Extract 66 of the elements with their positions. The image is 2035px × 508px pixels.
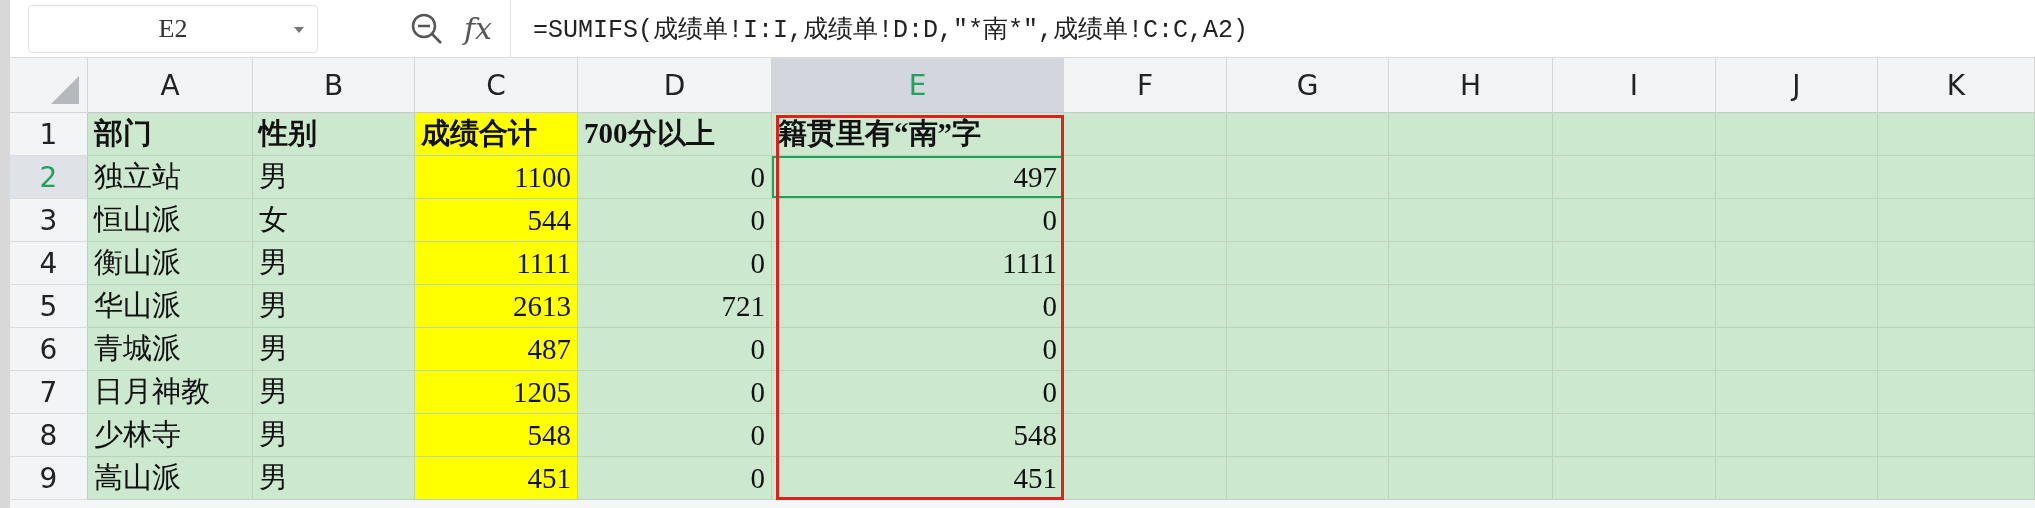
- column-header[interactable]: A: [88, 58, 253, 113]
- table-cell: 1111: [415, 242, 578, 285]
- column-header[interactable]: C: [415, 58, 578, 113]
- row-header[interactable]: 1: [10, 113, 88, 156]
- function-label[interactable]: fx: [464, 11, 493, 46]
- table-cell: 451: [415, 457, 578, 500]
- table-cell: 0: [578, 414, 772, 457]
- column-header[interactable]: D: [578, 58, 772, 113]
- table-cell: 0: [578, 199, 772, 242]
- table-cell: 男: [253, 285, 415, 328]
- row-header[interactable]: 5: [10, 285, 88, 328]
- row-header[interactable]: 3: [10, 199, 88, 242]
- row-header[interactable]: 4: [10, 242, 88, 285]
- table-cell: 1100: [415, 156, 578, 199]
- table-cell: 性别: [253, 113, 415, 156]
- table-cell: 2613: [415, 285, 578, 328]
- table-cell: 衡山派: [88, 242, 253, 285]
- table-cell: 0: [578, 242, 772, 285]
- table-cell: 少林寺: [88, 414, 253, 457]
- table-cell: 青城派: [88, 328, 253, 371]
- table-cell: 华山派: [88, 285, 253, 328]
- table-cell: 0: [772, 371, 1064, 414]
- table-cell: 700分以上: [578, 113, 772, 156]
- column-header[interactable]: F: [1064, 58, 1227, 113]
- column-header[interactable]: I: [1553, 58, 1716, 113]
- table-cell: 0: [578, 457, 772, 500]
- table-cell: 548: [772, 414, 1064, 457]
- table-cell: 0: [772, 328, 1064, 371]
- table-cell: 男: [253, 156, 415, 199]
- caret-icon: [293, 25, 305, 34]
- table-cell: 男: [253, 371, 415, 414]
- table-cell: 0: [578, 371, 772, 414]
- table-cell: 0: [578, 328, 772, 371]
- formula-field[interactable]: =SUMIFS(成绩单!I:I,成绩单!D:D,"*南*",成绩单!C:C,A2): [510, 0, 2035, 58]
- row-header[interactable]: 7: [10, 371, 88, 414]
- table-cell: 721: [578, 285, 772, 328]
- row-header[interactable]: 8: [10, 414, 88, 457]
- table-cell: 部门: [88, 113, 253, 156]
- column-header[interactable]: K: [1878, 58, 2035, 113]
- table-cell: 0: [772, 285, 1064, 328]
- column-header[interactable]: B: [253, 58, 415, 113]
- table-cell: 1111: [772, 242, 1064, 285]
- table-cell: 男: [253, 242, 415, 285]
- table-cell: 恒山派: [88, 199, 253, 242]
- table-cell: 0: [578, 156, 772, 199]
- table-cell: 1205: [415, 371, 578, 414]
- column-header[interactable]: H: [1389, 58, 1553, 113]
- table-cell: 544: [415, 199, 578, 242]
- table-cell: 嵩山派: [88, 457, 253, 500]
- table-cell: 男: [253, 328, 415, 371]
- zoom-out-icon[interactable]: [410, 11, 444, 46]
- column-header[interactable]: G: [1227, 58, 1389, 113]
- table-cell: 0: [772, 199, 1064, 242]
- table-cell: 497: [772, 156, 1064, 199]
- table-cell: 成绩合计: [415, 113, 578, 156]
- row-header[interactable]: 9: [10, 457, 88, 500]
- table-cell: 日月神教: [88, 371, 253, 414]
- table-cell: 独立站: [88, 156, 253, 199]
- table-cell: 男: [253, 414, 415, 457]
- table-cell: 548: [415, 414, 578, 457]
- row-header[interactable]: 6: [10, 328, 88, 371]
- table-cell: 487: [415, 328, 578, 371]
- column-header[interactable]: J: [1716, 58, 1878, 113]
- table-cell: 女: [253, 199, 415, 242]
- name-box[interactable]: E2: [28, 4, 318, 53]
- table-cell: 男: [253, 457, 415, 500]
